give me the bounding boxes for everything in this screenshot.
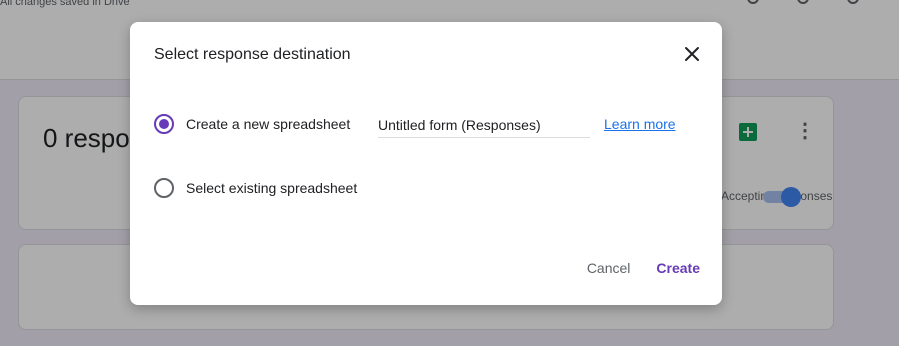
option-existing-spreadsheet-label: Select existing spreadsheet	[186, 180, 358, 196]
create-button[interactable]: Create	[656, 260, 700, 276]
dialog-title: Select response destination	[154, 46, 351, 63]
cancel-button[interactable]: Cancel	[587, 260, 631, 276]
option-new-spreadsheet[interactable]: Create a new spreadsheet	[154, 114, 350, 134]
learn-more-link[interactable]: Learn more	[604, 116, 676, 132]
close-button[interactable]	[678, 40, 706, 68]
close-icon	[685, 47, 699, 61]
radio-new-spreadsheet[interactable]	[154, 114, 174, 134]
spreadsheet-name-input[interactable]	[378, 112, 590, 138]
response-destination-dialog: Select response destination Create a new…	[130, 22, 722, 305]
radio-selected-dot	[159, 119, 169, 129]
radio-existing-spreadsheet[interactable]	[154, 178, 174, 198]
option-existing-spreadsheet[interactable]: Select existing spreadsheet	[154, 178, 357, 198]
option-new-spreadsheet-label: Create a new spreadsheet	[186, 116, 351, 132]
dialog-actions: Cancel Create	[587, 260, 700, 276]
